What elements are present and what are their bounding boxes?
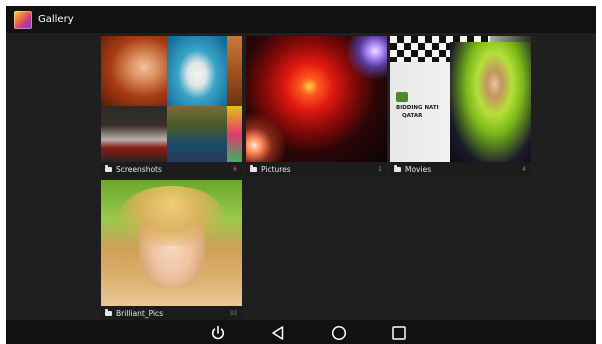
gallery-icon[interactable] — [14, 10, 32, 29]
firework-burst-right — [347, 36, 387, 86]
album-tile-brilliant-pics[interactable]: Brilliant_Pics 33 — [101, 180, 242, 320]
folder-icon — [105, 308, 112, 316]
screen: Gallery Screenshots 6 Pictures 1 BIDDING… — [6, 6, 596, 344]
banner-text-line1: BIDDING NATI — [396, 105, 439, 111]
app-title: Gallery — [38, 14, 74, 25]
firework-burst-left — [246, 107, 286, 162]
folder-icon — [250, 164, 257, 172]
album-count: 33 — [229, 309, 237, 317]
album-name: Pictures — [261, 164, 291, 174]
banner-text-line2: QATAR — [402, 113, 423, 119]
album-count: 6 — [233, 165, 237, 173]
action-bar: Gallery — [6, 6, 596, 33]
thumb-colorful-strip-top — [227, 36, 242, 106]
album-name: Movies — [405, 164, 432, 174]
qatar-banner: BIDDING NATI QATAR — [396, 92, 452, 124]
album-count: 4 — [522, 165, 526, 173]
thumb-colorful-strip-bottom — [227, 106, 242, 162]
album-thumbnail-fireworks — [246, 36, 387, 162]
album-label-bar: Brilliant_Pics 33 — [101, 306, 242, 320]
thumb-landscape — [167, 106, 227, 162]
album-count: 1 — [378, 165, 382, 173]
album-thumbnail-motorsport: BIDDING NATI QATAR — [390, 36, 531, 162]
racer-figure — [450, 42, 531, 162]
album-tile-movies[interactable]: BIDDING NATI QATAR Movies 4 — [390, 36, 531, 176]
folder-icon — [105, 164, 112, 172]
power-icon[interactable] — [209, 324, 227, 342]
album-label-bar: Pictures 1 — [246, 162, 387, 176]
navigation-bar — [6, 320, 596, 344]
home-icon[interactable] — [330, 324, 348, 342]
back-icon[interactable] — [269, 324, 287, 342]
album-thumbnail-collage — [101, 36, 242, 162]
recents-icon[interactable] — [390, 324, 408, 342]
album-name: Screenshots — [116, 164, 162, 174]
album-thumbnail-child-portrait — [101, 180, 242, 306]
album-tile-pictures[interactable]: Pictures 1 — [246, 36, 387, 176]
album-name: Brilliant_Pics — [116, 308, 164, 318]
album-tile-screenshots[interactable]: Screenshots 6 — [101, 36, 242, 176]
thumb-polar-bear — [167, 36, 227, 106]
child-hair — [119, 186, 224, 246]
thumb-woman-portrait — [101, 36, 167, 106]
album-label-bar: Screenshots 6 — [101, 162, 242, 176]
thumb-race-car — [101, 106, 167, 162]
folder-icon — [394, 164, 401, 172]
album-label-bar: Movies 4 — [390, 162, 531, 176]
